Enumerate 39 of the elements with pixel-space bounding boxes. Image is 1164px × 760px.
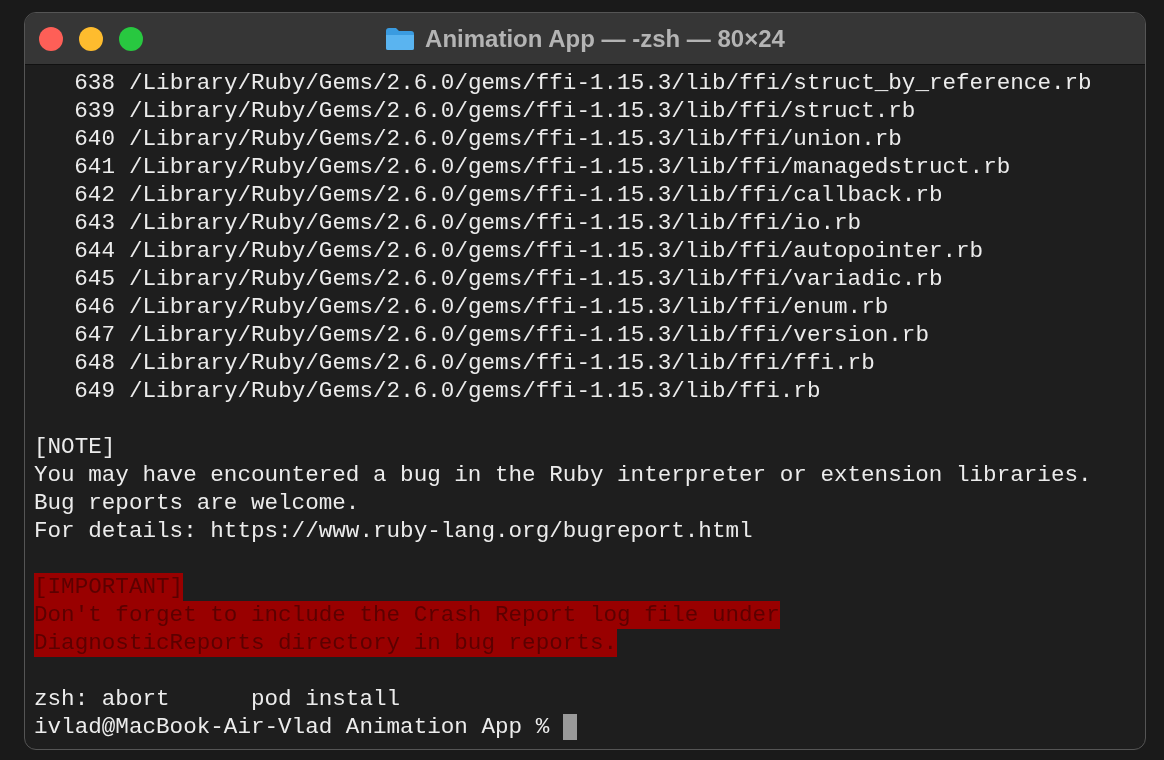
file-path: /Library/Ruby/Gems/2.6.0/gems/ffi-1.15.3/lib/ffi/struct.rb	[129, 97, 916, 125]
warning-text: DiagnosticReports directory in bug reports.	[34, 629, 617, 657]
file-path: /Library/Ruby/Gems/2.6.0/gems/ffi-1.15.3/lib/ffi/callback.rb	[129, 181, 943, 209]
output-line: You may have encountered a bug in the Ruby interpreter or extension libraries.	[34, 461, 1092, 489]
file-path: /Library/Ruby/Gems/2.6.0/gems/ffi-1.15.3/lib/ffi/ffi.rb	[129, 349, 875, 377]
line-number: 649	[73, 377, 115, 405]
line-number: 643	[73, 209, 115, 237]
line-number: 638	[73, 69, 115, 97]
file-path: /Library/Ruby/Gems/2.6.0/gems/ffi-1.15.3/lib/ffi/union.rb	[129, 125, 902, 153]
file-path: /Library/Ruby/Gems/2.6.0/gems/ffi-1.15.3/lib/ffi/managedstruct.rb	[129, 153, 1011, 181]
line-number: 641	[73, 153, 115, 181]
output-line: For details: https://www.ruby-lang.org/bugreport.html	[34, 517, 753, 545]
line-number: 647	[73, 321, 115, 349]
text-cursor	[563, 714, 578, 740]
warning-text: Don't forget to include the Crash Report log file under	[34, 601, 780, 629]
file-path: /Library/Ruby/Gems/2.6.0/gems/ffi-1.15.3/lib/ffi/variadic.rb	[129, 265, 943, 293]
zoom-button[interactable]	[119, 26, 143, 51]
output-line: Bug reports are welcome.	[34, 489, 360, 517]
line-number: 648	[73, 349, 115, 377]
line-number: 640	[73, 125, 115, 153]
folder-icon	[385, 26, 416, 51]
output-line: [NOTE]	[34, 433, 116, 461]
file-path: /Library/Ruby/Gems/2.6.0/gems/ffi-1.15.3/lib/ffi/io.rb	[129, 209, 862, 237]
shell-prompt: ivlad@MacBook-Air-Vlad Animation App %	[34, 713, 550, 741]
line-number: 645	[73, 265, 115, 293]
warning-text: [IMPORTANT]	[34, 573, 184, 601]
line-number: 646	[73, 293, 115, 321]
file-path: /Library/Ruby/Gems/2.6.0/gems/ffi-1.15.3/lib/ffi/struct_by_reference.rb	[129, 69, 1092, 97]
file-path: /Library/Ruby/Gems/2.6.0/gems/ffi-1.15.3/lib/ffi/autopointer.rb	[129, 237, 984, 265]
file-path: /Library/Ruby/Gems/2.6.0/gems/ffi-1.15.3/lib/ffi/version.rb	[129, 321, 929, 349]
file-path: /Library/Ruby/Gems/2.6.0/gems/ffi-1.15.3/lib/ffi/enum.rb	[129, 293, 889, 321]
window-title: Animation App — -zsh — 80×24	[425, 23, 785, 54]
line-number: 639	[73, 97, 115, 125]
output-line: zsh: abort pod install	[34, 685, 401, 713]
line-number: 642	[73, 181, 115, 209]
minimize-button[interactable]	[79, 26, 103, 51]
close-button[interactable]	[39, 26, 63, 51]
file-path: /Library/Ruby/Gems/2.6.0/gems/ffi-1.15.3/lib/ffi.rb	[129, 377, 821, 405]
line-number: 644	[73, 237, 115, 265]
